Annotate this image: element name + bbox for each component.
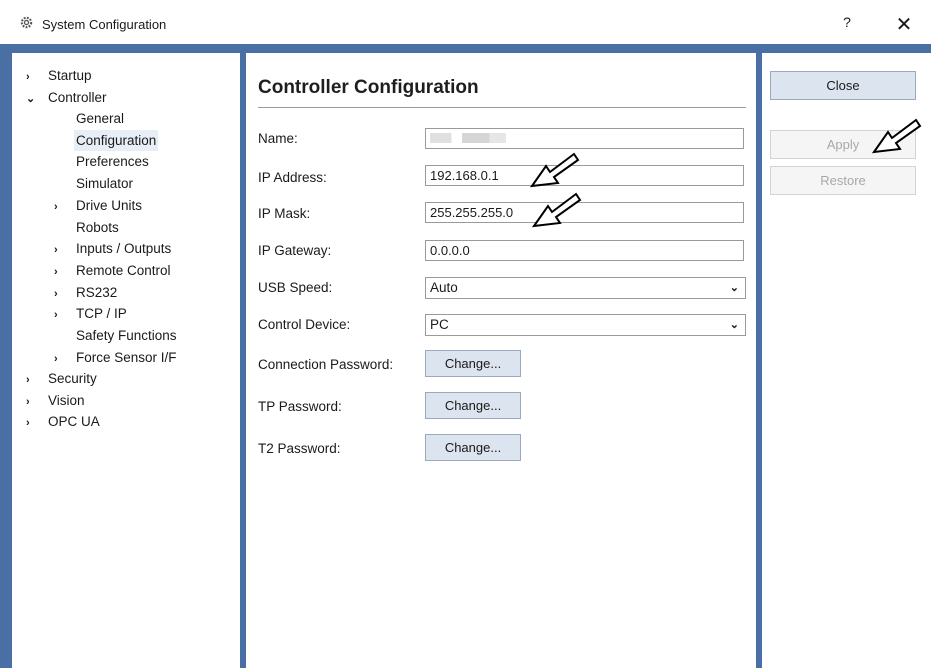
tree-item-label: Security — [48, 371, 97, 386]
title-bar: System Configuration ? ✕ — [0, 0, 931, 44]
ip-gateway-label: IP Gateway: — [258, 243, 332, 258]
tree-item-label: OPC UA — [48, 414, 100, 429]
page-title: Controller Configuration — [258, 77, 479, 98]
tree-item-label: Simulator — [76, 176, 134, 191]
tree-item-simulator[interactable]: Simulator — [76, 173, 133, 194]
annotation-arrow-icon — [532, 192, 582, 228]
tree-item-force-sensor[interactable]: › Force Sensor I/F — [54, 347, 177, 368]
window-close-button[interactable]: ✕ — [887, 12, 921, 38]
configuration-panel: Controller Configuration Name: IP Addres… — [246, 53, 756, 668]
ip-gateway-field[interactable]: 0.0.0.0 — [425, 240, 744, 261]
t2-password-label: T2 Password: — [258, 441, 341, 456]
tp-password-label: TP Password: — [258, 399, 342, 414]
redacted-name — [430, 133, 506, 143]
chevron-down-icon: ⌄ — [26, 93, 36, 105]
control-device-value: PC — [430, 317, 449, 332]
chevron-right-icon: › — [54, 201, 58, 213]
chevron-down-icon: ⌄ — [729, 282, 739, 294]
usb-speed-select[interactable]: Auto ⌄ — [425, 277, 746, 299]
tree-item-label: Preferences — [76, 154, 149, 169]
tree-item-vision[interactable]: › Vision — [26, 390, 85, 411]
tree-item-label: Startup — [48, 68, 92, 83]
tree-item-configuration[interactable]: Configuration — [74, 130, 159, 151]
chevron-right-icon: › — [54, 244, 58, 256]
control-device-select[interactable]: PC ⌄ — [425, 314, 746, 336]
tree-item-opc-ua[interactable]: › OPC UA — [26, 411, 100, 432]
tree-item-remote-control[interactable]: › Remote Control — [54, 260, 171, 281]
tree-item-general[interactable]: General — [76, 108, 124, 129]
tree-item-startup[interactable]: › Startup — [26, 65, 92, 86]
tree-item-label: Controller — [48, 90, 107, 105]
chevron-right-icon: › — [26, 71, 30, 83]
tree-item-label: Safety Functions — [76, 328, 177, 343]
annotation-arrow-icon — [872, 118, 922, 154]
tree-item-preferences[interactable]: Preferences — [76, 151, 149, 172]
tree-item-tcp-ip[interactable]: › TCP / IP — [54, 303, 127, 324]
tree-item-label: TCP / IP — [76, 306, 127, 321]
heading-divider — [258, 107, 746, 108]
restore-button[interactable]: Restore — [770, 166, 916, 195]
chevron-right-icon: › — [54, 288, 58, 300]
tree-item-label: Inputs / Outputs — [76, 241, 172, 256]
tree-item-label: General — [76, 111, 125, 126]
chevron-right-icon: › — [26, 417, 30, 429]
tree-item-label: Vision — [48, 393, 85, 408]
tree-item-label: Force Sensor I/F — [76, 350, 177, 365]
name-label: Name: — [258, 131, 298, 146]
navigation-tree: › Startup ⌄ Controller General Configurati… — [12, 53, 240, 668]
usb-speed-label: USB Speed: — [258, 280, 333, 295]
tree-item-label: Robots — [76, 220, 119, 235]
annotation-arrow-icon — [530, 152, 580, 188]
tree-item-safety-functions[interactable]: Safety Functions — [76, 325, 177, 346]
change-connection-password-button[interactable]: Change... — [425, 350, 521, 377]
tree-item-rs232[interactable]: › RS232 — [54, 282, 117, 303]
change-tp-password-button[interactable]: Change... — [425, 392, 521, 419]
chevron-down-icon: ⌄ — [729, 319, 739, 331]
change-t2-password-button[interactable]: Change... — [425, 434, 521, 461]
connection-password-label: Connection Password: — [258, 357, 394, 372]
chevron-right-icon: › — [26, 374, 30, 386]
tree-item-security[interactable]: › Security — [26, 368, 97, 389]
usb-speed-value: Auto — [430, 280, 458, 295]
help-button[interactable]: ? — [832, 14, 862, 38]
tree-item-label: RS232 — [76, 285, 118, 300]
tree-item-label: Drive Units — [76, 198, 143, 213]
window-title: System Configuration — [42, 17, 167, 32]
gear-icon — [20, 16, 33, 29]
chevron-right-icon: › — [54, 266, 58, 278]
ip-mask-label: IP Mask: — [258, 206, 311, 221]
close-button[interactable]: Close — [770, 71, 916, 100]
ip-address-label: IP Address: — [258, 170, 327, 185]
control-device-label: Control Device: — [258, 317, 351, 332]
tree-item-drive-units[interactable]: › Drive Units — [54, 195, 142, 216]
tree-item-inputs-outputs[interactable]: › Inputs / Outputs — [54, 238, 171, 259]
tree-item-label: Remote Control — [76, 263, 171, 278]
tree-item-controller[interactable]: ⌄ Controller — [26, 87, 107, 108]
chevron-right-icon: › — [26, 396, 30, 408]
chevron-right-icon: › — [54, 353, 58, 365]
chevron-right-icon: › — [54, 309, 58, 321]
tree-item-label: Configuration — [76, 133, 157, 148]
tree-item-robots[interactable]: Robots — [76, 217, 119, 238]
